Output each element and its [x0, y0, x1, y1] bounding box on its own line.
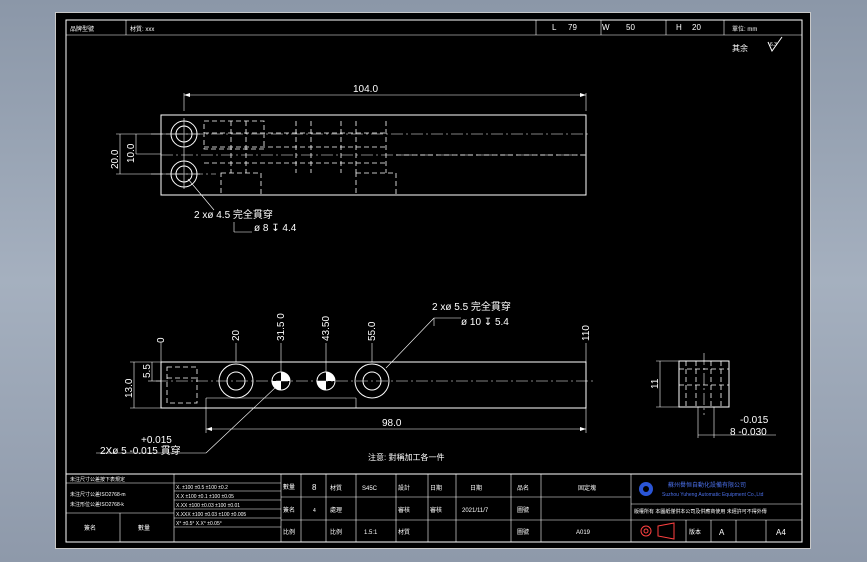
review-label: 審核	[430, 506, 442, 514]
confidential-note: 版權所有 本圖紙僅供本公司及供應商使用 未經許可不得外傳	[634, 508, 767, 515]
pin-tol-upper: +0.015	[141, 435, 172, 446]
roughness-value: 6.3	[770, 42, 777, 48]
top-length-dim: 104.0	[353, 84, 378, 95]
treat-label: 處理	[330, 506, 342, 514]
side-tol-main: 8 -0.030	[730, 427, 767, 438]
projection-symbol-icon	[640, 522, 675, 540]
date-label-2: 日期	[470, 484, 482, 492]
tol-row: X.XX ±100 ±0.03 ±100 ±0.01	[176, 503, 240, 509]
drawing-sheet: 品牌型號 材質: xxx L 79 W 50 H 20 單位: mm 其余 6.…	[55, 12, 811, 549]
company-logo-icon	[639, 482, 653, 496]
qty-label-left: 數量	[138, 524, 150, 532]
front-dim-20: 20	[231, 329, 242, 341]
top-view: 104.0 20.0 10.0 2 xø 4.5 完全貫穿 ø 8 ↧ 4.4	[110, 84, 591, 234]
title-block: 未注尺寸公差按下表規定 未注尺寸公差ISO2768-m 未注形位公差ISO276…	[65, 473, 803, 543]
top-hole-note-1: 2 xø 4.5 完全貫穿	[194, 208, 273, 221]
company-name-cn: 蘇州譽恒自動化設備有限公司	[668, 481, 746, 489]
cad-drawing: 品牌型號 材質: xxx L 79 W 50 H 20 單位: mm 其余 6.…	[65, 19, 803, 543]
tol-title: 未注尺寸公差按下表規定	[70, 476, 125, 483]
side-view: 11 -0.015 8 -0.030	[650, 353, 776, 438]
tol-line-2: 未注形位公差ISO2768-k	[70, 501, 124, 508]
pin-note: 2Xø 5 -0.015 貫穿	[100, 444, 181, 457]
dim-w-value: 50	[626, 23, 635, 32]
top-label-b: 材質: xxx	[130, 25, 154, 33]
dim-l-symbol: L	[552, 23, 557, 32]
dim-l-value: 79	[568, 23, 577, 32]
roughness-mark: 其余 6.3	[732, 36, 783, 53]
tol-row: X.X ±100 ±0.1 ±100 ±0.05	[176, 494, 234, 500]
front-dim-43-5: 43.50	[321, 316, 332, 341]
scale-label-row: 比例	[283, 528, 295, 536]
front-hole-note-1: 2 xø 5.5 完全貫穿	[432, 300, 511, 313]
top-label-a: 品牌型號	[70, 25, 94, 33]
drawing-number: A019	[576, 530, 591, 536]
tol-row: X. ±100 ±0.5 ±100 ±0.2	[176, 485, 228, 491]
qty-value: 8	[312, 483, 317, 492]
top-half-height-dim: 10.0	[126, 143, 137, 163]
part-value: 固定塊	[578, 484, 596, 492]
sheet-label: 版本	[689, 528, 701, 536]
scale-label: 比例	[330, 528, 342, 536]
side-tol-upper: -0.015	[740, 415, 769, 426]
front-dim-31-5: 31.5 0	[276, 313, 287, 341]
machining-note: 注意: 對稱加工各一件	[368, 452, 444, 462]
front-dim-55: 55.0	[367, 321, 378, 341]
material-value: S45C	[362, 486, 378, 492]
top-hole-note-2: ø 8 ↧ 4.4	[254, 223, 297, 234]
tol-row: X° ±0.5° X.X° ±0.05°	[176, 521, 222, 527]
front-dim-98: 98.0	[382, 418, 402, 429]
front-dim-110: 110	[581, 325, 592, 341]
dim-h-value: 20	[692, 23, 701, 32]
tol-line-1: 未注尺寸公差ISO2768-m	[70, 491, 126, 498]
front-dim-5-5: 5.5	[142, 364, 153, 378]
date-value: 2021/11/7	[462, 508, 489, 514]
side-dim-11: 11	[650, 378, 661, 389]
sign-label-mid: 簽名	[283, 506, 295, 514]
drawing-label-2: 圖號	[517, 528, 529, 536]
front-view: 0 20 31.5 0 43.50 55.0 110 13.0 5.5 98.0…	[96, 300, 596, 457]
top-strip: 品牌型號 材質: xxx L 79 W 50 H 20 單位: mm	[66, 20, 802, 36]
tol-row: X.XXX ±100 ±0.03 ±100 ±0.005	[176, 512, 246, 518]
dim-h-symbol: H	[676, 23, 682, 32]
date-label: 日期	[430, 484, 442, 492]
dim-w-symbol: W	[602, 23, 610, 32]
qty-label: 數量	[283, 483, 295, 491]
front-dim-0: 0	[156, 337, 167, 343]
top-height-dim: 20.0	[110, 149, 121, 169]
inner-frame	[65, 19, 803, 543]
roughness-note: 其余	[732, 43, 748, 53]
sign-label: 簽名	[84, 524, 96, 532]
part-label: 品名	[517, 484, 529, 492]
front-hole-note-2: ø 10 ↧ 5.4	[461, 317, 509, 328]
drawing-label: 圖號	[517, 506, 529, 514]
unit-small: 4	[313, 508, 316, 514]
paper-size: A4	[776, 528, 786, 537]
company-name-en: Suzhou Yuheng Automatic Equipment Co.,Lt…	[662, 492, 764, 498]
design-label: 設計	[398, 484, 410, 492]
material-label-2: 材質	[398, 528, 410, 536]
scale-value: 1.5:1	[364, 530, 378, 536]
front-dim-13: 13.0	[124, 378, 135, 398]
check-label: 審核	[398, 506, 410, 514]
sheet-rev: A	[719, 528, 725, 537]
unit-label: 單位: mm	[732, 25, 757, 33]
material-label: 材質	[330, 484, 342, 492]
